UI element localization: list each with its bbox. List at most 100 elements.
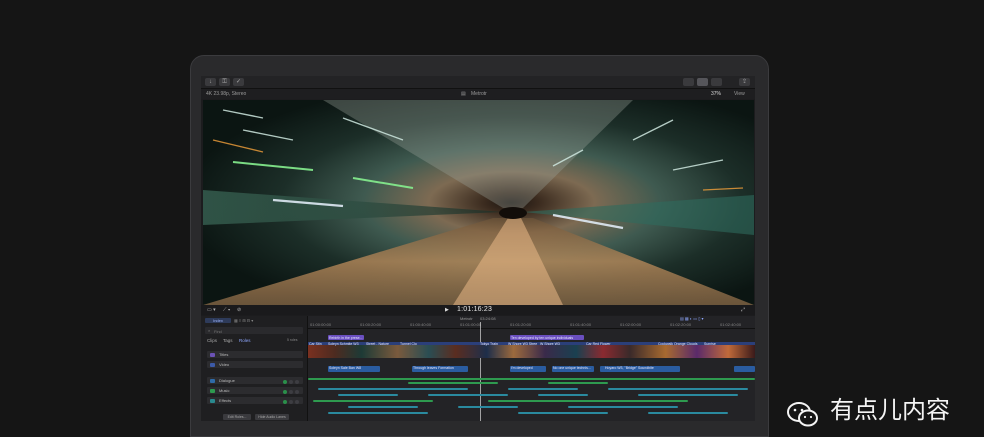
edit-roles-button[interactable]: Edit Roles... xyxy=(223,414,251,420)
app-window: ↓ ⚿ ✓ ⇪ 4K 23.98p, Stereo ▤ Metrotr 37% … xyxy=(201,76,755,421)
effects-lane[interactable] xyxy=(568,406,678,408)
browser-toggle-icon[interactable] xyxy=(683,78,694,86)
music-lane[interactable] xyxy=(408,382,498,384)
subtab-roles[interactable]: Roles xyxy=(239,338,251,343)
wechat-icon xyxy=(787,402,818,427)
subtab-tags[interactable]: Tags xyxy=(223,338,233,343)
share-icon[interactable]: ⇪ xyxy=(739,78,750,86)
viewer-controls: ▭ ▾ ⟋ ▾ ⊘ ▶ 1:01:16:23 ⤢ xyxy=(201,305,755,315)
role-effects[interactable]: Effects xyxy=(207,397,303,404)
title-clip[interactable]: Ten developed by ten unique individuals xyxy=(510,335,584,340)
effects-lane[interactable] xyxy=(648,412,728,414)
role-swatch xyxy=(210,398,215,403)
role-label: Effects xyxy=(219,398,232,403)
transform-icon[interactable]: ⟋ ▾ xyxy=(223,305,230,315)
role-music[interactable]: Music xyxy=(207,387,303,394)
role-label: Video xyxy=(219,362,230,367)
video-clip-label: Street - Nature xyxy=(366,342,389,346)
effects-lane[interactable] xyxy=(638,394,738,396)
view-menu[interactable]: View xyxy=(734,89,745,99)
timeline[interactable]: Metrotr 03:24:08 ▤ ▦ ◐ ▭ ▯ ▾ 01:00:00:00… xyxy=(308,316,755,421)
role-swatch xyxy=(210,352,215,357)
effects-lane[interactable] xyxy=(428,394,508,396)
timeline-tools[interactable]: ▤ ▦ ◐ ▭ ▯ ▾ xyxy=(680,316,704,321)
role-swatch xyxy=(210,388,215,393)
music-lane[interactable] xyxy=(548,382,608,384)
timeline-duration: 03:24:08 xyxy=(480,316,496,321)
role-controls[interactable] xyxy=(281,399,299,406)
fullscreen-icon[interactable]: ⤢ xyxy=(741,305,745,315)
key-icon[interactable]: ⚿ xyxy=(219,78,230,86)
audio-clip[interactable]: No one unique technis... xyxy=(552,366,594,372)
effects-lane[interactable] xyxy=(508,388,578,390)
ruler-tick: 01:02:00:00 xyxy=(620,322,642,327)
audio-clip[interactable]: Through leaves Formation xyxy=(412,366,468,372)
effects-lane[interactable] xyxy=(338,394,398,396)
audio-clip[interactable] xyxy=(734,366,755,372)
role-label: Music xyxy=(219,388,230,393)
zoom-menu[interactable]: 37% xyxy=(711,89,721,99)
inspector-toggle-icon[interactable] xyxy=(711,78,722,86)
video-thumbnails xyxy=(308,345,755,358)
effects-lane[interactable] xyxy=(348,406,418,408)
music-lane[interactable] xyxy=(488,400,688,402)
layout-icon[interactable]: ▭ ▾ xyxy=(207,305,216,315)
speed-icon[interactable]: ⊘ xyxy=(237,305,241,315)
timeline-ruler[interactable]: 01:00:00:00 01:00:20:00 01:00:40:00 01:0… xyxy=(308,322,755,329)
library-icon: ▤ xyxy=(461,91,466,97)
subtab-clips[interactable]: Clips xyxy=(207,338,217,343)
viewer-info-bar: 4K 23.98p, Stereo ▤ Metrotr 37% View xyxy=(201,89,755,99)
ruler-tick: 01:02:20:00 xyxy=(670,322,692,327)
search-input[interactable]: ⌕ Find xyxy=(205,327,303,334)
timeline-toggle-icon[interactable] xyxy=(697,78,708,86)
check-icon[interactable]: ✓ xyxy=(233,78,244,86)
toolbar: ↓ ⚿ ✓ ⇪ xyxy=(201,76,755,89)
tunnel-photo xyxy=(203,100,754,305)
search-placeholder: Find xyxy=(214,328,222,334)
role-swatch xyxy=(210,362,215,367)
timeline-project-name: Metrotr xyxy=(460,316,473,321)
toolbar-glyphs[interactable]: ▦ ≡ ⊞ ⊟ ▾ xyxy=(234,318,253,323)
audio-clip[interactable]: I'm developed xyxy=(510,366,546,372)
title-clip[interactable]: Rebirth in the prese... xyxy=(328,335,364,340)
primary-storyline[interactable]: Car Stin Soleyn Schmite W3 Street - Natu… xyxy=(308,342,755,358)
video-clip-label: Sunrise xyxy=(704,342,716,346)
effects-lane[interactable] xyxy=(538,394,588,396)
effects-lane[interactable] xyxy=(458,406,518,408)
format-label: 4K 23.98p, Stereo xyxy=(206,91,247,97)
role-controls[interactable] xyxy=(281,379,299,386)
play-button[interactable]: ▶ xyxy=(445,305,449,315)
index-panel: Index ▦ ≡ ⊞ ⊟ ▾ ⌕ Find Clips Tags Roles … xyxy=(201,316,308,421)
effects-lane[interactable] xyxy=(318,388,468,390)
video-clip-label: W Shore W3 xyxy=(540,342,560,346)
video-clip-label: Cockwalk Orange Clouds xyxy=(658,342,698,346)
role-titles[interactable]: Titles xyxy=(207,351,303,358)
timecode-display[interactable]: 1:01:16:23 xyxy=(457,305,492,315)
search-icon: ⌕ xyxy=(208,328,211,333)
audio-clip[interactable]: Soleyn Sale Ban W8 xyxy=(328,366,380,372)
hide-audio-lanes-button[interactable]: Hide Audio Lanes xyxy=(255,414,289,420)
ruler-tick: 01:00:40:00 xyxy=(410,322,432,327)
role-dialogue[interactable]: Dialogue xyxy=(207,377,303,384)
viewer-image xyxy=(203,100,754,305)
role-label: Titles xyxy=(219,352,229,357)
role-controls[interactable] xyxy=(281,389,299,396)
import-icon[interactable]: ↓ xyxy=(205,78,216,86)
effects-lane[interactable] xyxy=(608,388,748,390)
role-label: Dialogue xyxy=(219,378,235,383)
ruler-tick: 01:02:40:00 xyxy=(720,322,742,327)
music-lane[interactable] xyxy=(313,400,433,402)
ruler-tick: 01:01:20:00 xyxy=(510,322,532,327)
video-clip-label: Tunnel Clo xyxy=(400,342,417,346)
audio-clip[interactable]: Hoyaro W3, "Bridge" Soundbite xyxy=(600,366,680,372)
tab-index[interactable]: Index xyxy=(205,318,231,323)
ruler-tick: 01:01:40:00 xyxy=(570,322,592,327)
ruler-tick: 01:00:00:00 xyxy=(310,322,332,327)
role-swatch xyxy=(210,378,215,383)
effects-lane[interactable] xyxy=(518,412,608,414)
roles-count: 5 roles xyxy=(287,338,298,342)
role-video[interactable]: Video xyxy=(207,361,303,368)
effects-lane[interactable] xyxy=(328,412,428,414)
video-clip-label: W Shore W3 Stree xyxy=(508,342,538,346)
music-lane[interactable] xyxy=(308,378,755,380)
